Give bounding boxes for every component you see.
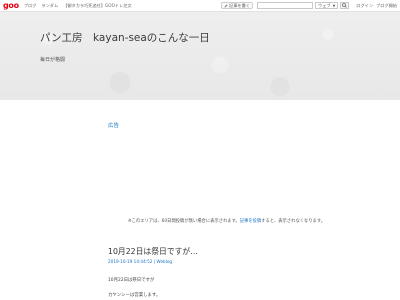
search-button[interactable] [340, 2, 350, 9]
post-body-line: カヤンシーは営業します。 [108, 293, 161, 298]
blog-header: パン工房 kayan-seaのこんな一日 毎日が格闘 [0, 12, 400, 100]
goo-logo[interactable]: goo [3, 1, 19, 10]
pencil-icon [224, 3, 228, 8]
post-article-link[interactable]: 記事を投稿 [240, 219, 261, 224]
write-post-label: 記事を書く [229, 2, 250, 8]
search-icon [342, 3, 348, 8]
global-topbar: goo ブログ ランダム 【御タカラ巧死追任】GOOトレ芝文 記事を書く ウェブ… [0, 0, 400, 12]
post-meta[interactable]: 2019-10-19 14:44:52 | Weblog [108, 259, 172, 264]
nav-random-link[interactable]: ランダム [41, 3, 58, 9]
ad-notice-text-before: ※このエリアは、60日間投稿が無い場合に表示されます。 [128, 219, 240, 224]
search-scope-select[interactable]: ウェブ ▼ [315, 2, 339, 9]
ad-area [108, 132, 358, 214]
ad-label: 広告 [108, 123, 120, 129]
blog-title[interactable]: パン工房 kayan-seaのこんな一日 [40, 30, 210, 45]
ad-notice: ※このエリアは、60日間投稿が無い場合に表示されます。記事を投稿すると、表示され… [128, 218, 325, 224]
nav-promo-link[interactable]: 【御タカラ巧死追任】GOOトレ芝文 [63, 3, 131, 9]
search-scope-value: ウェブ [318, 2, 331, 8]
login-link[interactable]: ログイン [356, 3, 373, 9]
chevron-down-icon: ▼ [332, 3, 336, 8]
nav-blog-link[interactable]: ブログ [24, 3, 37, 9]
write-post-button[interactable]: 記事を書く [221, 2, 253, 9]
search-input[interactable] [257, 2, 313, 9]
start-blog-link[interactable]: ブログ開始 [376, 3, 397, 9]
blog-description: 毎日が格闘 [40, 57, 66, 63]
topbar-right-group: 記事を書く ウェブ ▼ ログイン ブログ開始 [221, 2, 397, 9]
post-body-line: 10月22日は祭日ですが [108, 278, 155, 283]
post-title[interactable]: 10月22日は祭日ですが… [108, 246, 198, 257]
ad-notice-text-after: すると、表示されなくなります。 [261, 219, 326, 224]
